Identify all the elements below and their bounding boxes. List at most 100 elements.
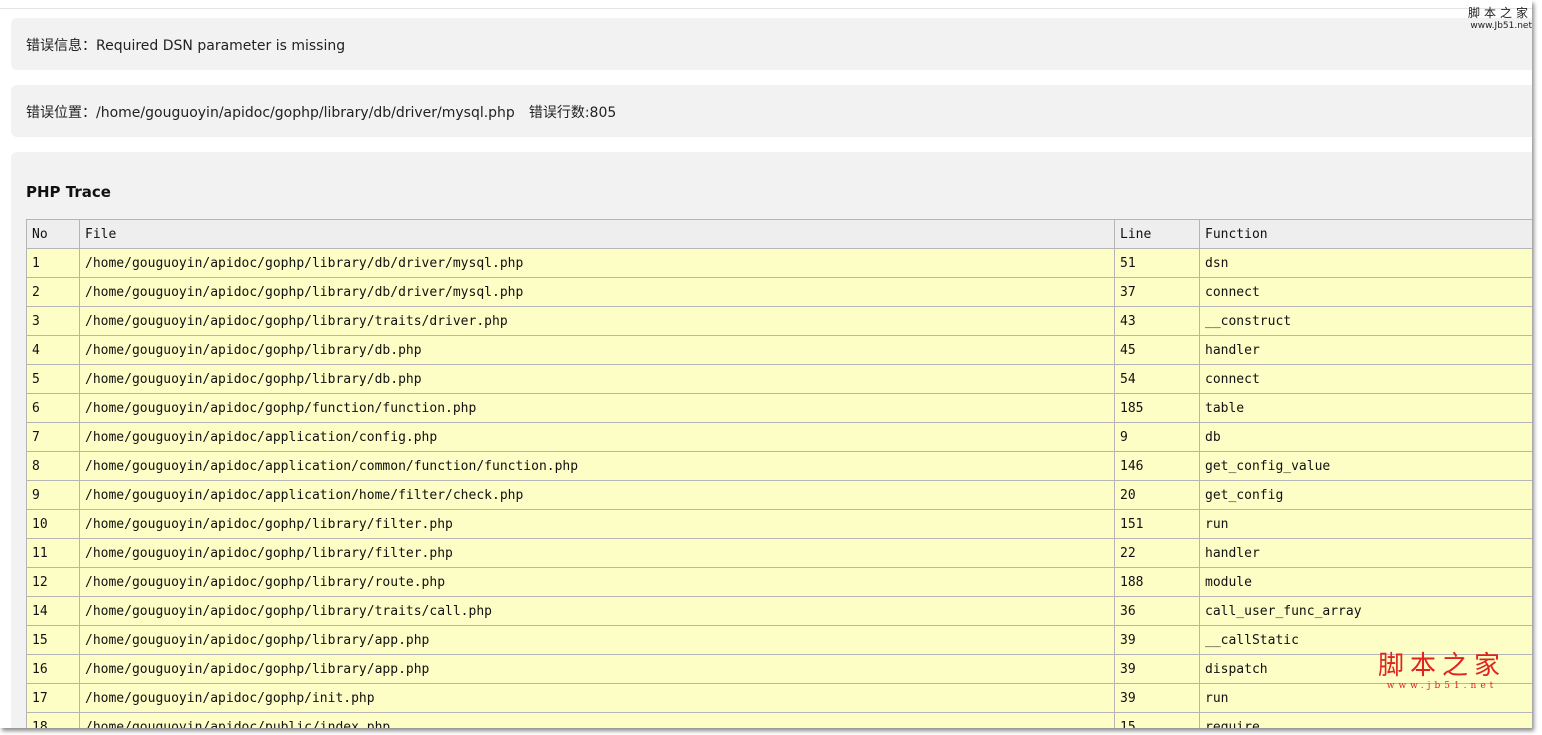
trace-cell-file: /home/gouguoyin/apidoc/gophp/library/tra… (79, 596, 1115, 626)
trace-row: 9/home/gouguoyin/apidoc/application/home… (26, 480, 1532, 510)
trace-cell-line: 37 (1114, 277, 1200, 307)
trace-row: 14/home/gouguoyin/apidoc/gophp/library/t… (26, 596, 1532, 626)
trace-row: 4/home/gouguoyin/apidoc/gophp/library/db… (26, 335, 1532, 365)
divider (0, 8, 1532, 9)
error-file-path: /home/gouguoyin/apidoc/gophp/library/db/… (96, 105, 515, 121)
watermark-top-text: 脚本之家 (1467, 6, 1532, 20)
trace-cell-no: 3 (26, 306, 80, 336)
trace-cell-file: /home/gouguoyin/apidoc/public/index.php (79, 712, 1115, 728)
trace-row: 10/home/gouguoyin/apidoc/gophp/library/f… (26, 509, 1532, 539)
trace-cell-file: /home/gouguoyin/apidoc/gophp/library/app… (79, 654, 1115, 684)
trace-row: 12/home/gouguoyin/apidoc/gophp/library/r… (26, 567, 1532, 597)
trace-cell-file: /home/gouguoyin/apidoc/gophp/library/db/… (79, 277, 1115, 307)
trace-table-body: 1/home/gouguoyin/apidoc/gophp/library/db… (26, 248, 1532, 728)
trace-cell-file: /home/gouguoyin/apidoc/gophp/library/db.… (79, 335, 1115, 365)
trace-cell-no: 16 (26, 654, 80, 684)
trace-cell-line: 151 (1114, 509, 1200, 539)
trace-cell-no: 17 (26, 683, 80, 713)
trace-cell-function: module (1199, 567, 1532, 597)
trace-cell-line: 22 (1114, 538, 1200, 568)
trace-cell-file: /home/gouguoyin/apidoc/gophp/library/app… (79, 625, 1115, 655)
trace-cell-line: 39 (1114, 654, 1200, 684)
trace-cell-no: 9 (26, 480, 80, 510)
watermark-bottom: 脚本之家 www.jb51.net (1378, 651, 1506, 691)
trace-cell-line: 54 (1114, 364, 1200, 394)
trace-cell-no: 14 (26, 596, 80, 626)
trace-cell-no: 18 (26, 712, 80, 728)
trace-row: 5/home/gouguoyin/apidoc/gophp/library/db… (26, 364, 1532, 394)
column-header-file: File (79, 219, 1115, 249)
trace-cell-function: db (1199, 422, 1532, 452)
trace-cell-file: /home/gouguoyin/apidoc/gophp/library/rou… (79, 567, 1115, 597)
trace-cell-file: /home/gouguoyin/apidoc/application/confi… (79, 422, 1115, 452)
php-trace-panel: PHP Trace No File Line Function 1/home/g… (11, 152, 1532, 728)
trace-cell-line: 36 (1114, 596, 1200, 626)
trace-cell-line: 9 (1114, 422, 1200, 452)
trace-row: 8/home/gouguoyin/apidoc/application/comm… (26, 451, 1532, 481)
trace-cell-no: 4 (26, 335, 80, 365)
trace-cell-line: 51 (1114, 248, 1200, 278)
trace-cell-line: 146 (1114, 451, 1200, 481)
trace-cell-function: connect (1199, 364, 1532, 394)
trace-cell-function: get_config_value (1199, 451, 1532, 481)
trace-cell-no: 1 (26, 248, 80, 278)
trace-cell-line: 39 (1114, 625, 1200, 655)
trace-cell-line: 188 (1114, 567, 1200, 597)
trace-row: 18/home/gouguoyin/apidoc/public/index.ph… (26, 712, 1532, 728)
trace-cell-function: run (1199, 509, 1532, 539)
trace-cell-file: /home/gouguoyin/apidoc/gophp/library/fil… (79, 509, 1115, 539)
trace-cell-line: 20 (1114, 480, 1200, 510)
trace-cell-line: 43 (1114, 306, 1200, 336)
watermark-bottom-url: www.jb51.net (1386, 681, 1498, 691)
error-info-label: 错误信息： (26, 38, 96, 54)
error-line-number: 805 (589, 105, 617, 121)
error-info-box: 错误信息：Required DSN parameter is missing (11, 18, 1532, 70)
error-page: 错误信息：Required DSN parameter is missing 错… (0, 0, 1532, 728)
trace-cell-no: 12 (26, 567, 80, 597)
trace-row: 7/home/gouguoyin/apidoc/application/conf… (26, 422, 1532, 452)
trace-cell-function: get_config (1199, 480, 1532, 510)
trace-row: 6/home/gouguoyin/apidoc/gophp/function/f… (26, 393, 1532, 423)
watermark-bottom-text: 脚本之家 (1378, 651, 1507, 681)
trace-cell-file: /home/gouguoyin/apidoc/gophp/library/tra… (79, 306, 1115, 336)
trace-row: 17/home/gouguoyin/apidoc/gophp/init.php 3… (26, 683, 1532, 713)
trace-row: 11/home/gouguoyin/apidoc/gophp/library/f… (26, 538, 1532, 568)
watermark-top: 脚本之家 www.Jb51.net (1468, 4, 1532, 31)
trace-cell-file: /home/gouguoyin/apidoc/gophp/library/db.… (79, 364, 1115, 394)
trace-row: 15/home/gouguoyin/apidoc/gophp/library/a… (26, 625, 1532, 655)
trace-row: 2/home/gouguoyin/apidoc/gophp/library/db… (26, 277, 1532, 307)
column-header-line: Line (1114, 219, 1200, 249)
trace-cell-file: /home/gouguoyin/apidoc/application/home/… (79, 480, 1115, 510)
column-header-function: Function (1199, 219, 1532, 249)
trace-cell-file: /home/gouguoyin/apidoc/gophp/function/fu… (79, 393, 1115, 423)
trace-cell-file: /home/gouguoyin/apidoc/gophp/init.php (79, 683, 1115, 713)
trace-cell-no: 8 (26, 451, 80, 481)
trace-cell-file: /home/gouguoyin/apidoc/gophp/library/db/… (79, 248, 1115, 278)
error-location-label: 错误位置： (26, 105, 96, 121)
trace-row: 3/home/gouguoyin/apidoc/gophp/library/tr… (26, 306, 1532, 336)
trace-cell-no: 2 (26, 277, 80, 307)
trace-cell-function: __construct (1199, 306, 1532, 336)
trace-header-row: No File Line Function (26, 219, 1532, 249)
trace-cell-function: call_user_func_array (1199, 596, 1532, 626)
trace-cell-function: table (1199, 393, 1532, 423)
trace-title: PHP Trace (26, 183, 111, 201)
trace-cell-function: handler (1199, 538, 1532, 568)
trace-cell-file: /home/gouguoyin/apidoc/gophp/library/fil… (79, 538, 1115, 568)
trace-cell-no: 7 (26, 422, 80, 452)
trace-cell-no: 6 (26, 393, 80, 423)
error-location-box: 错误位置：/home/gouguoyin/apidoc/gophp/librar… (11, 85, 1532, 137)
trace-cell-function: connect (1199, 277, 1532, 307)
trace-cell-no: 10 (26, 509, 80, 539)
trace-cell-no: 5 (26, 364, 80, 394)
error-line-label: 错误行数: (528, 105, 590, 121)
trace-cell-no: 15 (26, 625, 80, 655)
trace-cell-function: handler (1199, 335, 1532, 365)
trace-row: 16/home/gouguoyin/apidoc/gophp/library/a… (26, 654, 1532, 684)
trace-row: 1/home/gouguoyin/apidoc/gophp/library/db… (26, 248, 1532, 278)
error-message: Required DSN parameter is missing (96, 38, 346, 54)
trace-cell-no: 11 (26, 538, 80, 568)
trace-cell-line: 185 (1114, 393, 1200, 423)
trace-cell-function: require (1199, 712, 1532, 728)
trace-cell-line: 39 (1114, 683, 1200, 713)
